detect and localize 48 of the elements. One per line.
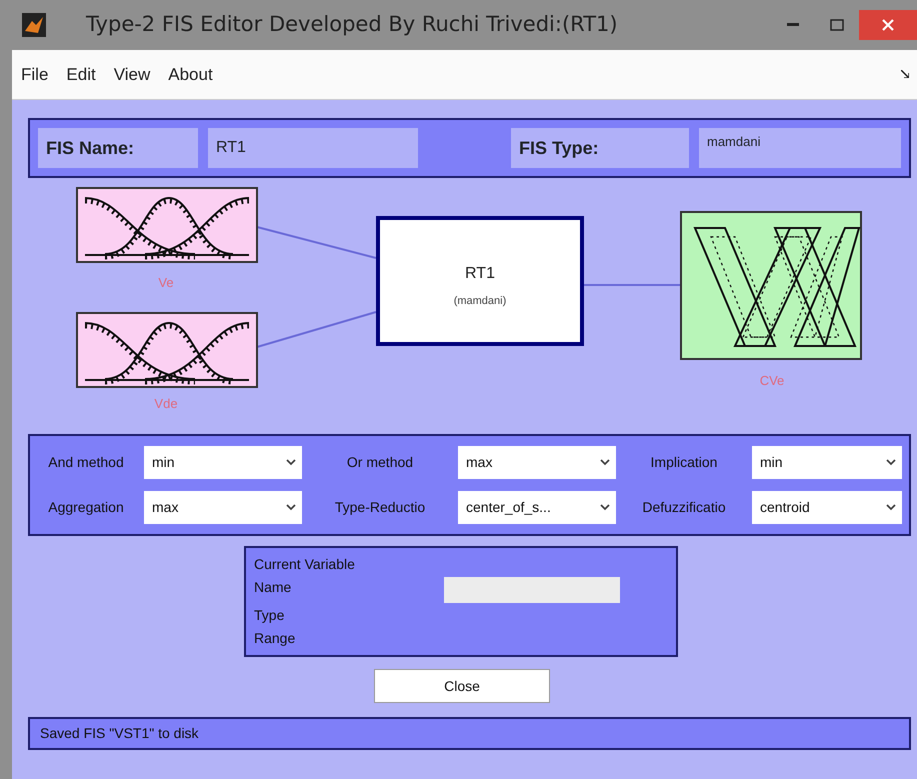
method-label: Aggregation (47, 498, 125, 517)
caret-icon (286, 504, 296, 511)
method-dropdown[interactable]: min (752, 446, 902, 479)
method-label: Type-Reductio (334, 498, 426, 517)
system-node[interactable] (376, 216, 584, 346)
name-field[interactable] (444, 577, 620, 603)
close-icon (882, 19, 894, 31)
section-title: Current Variable (254, 555, 356, 574)
method-label: And method (47, 453, 125, 472)
output-variable-node[interactable] (680, 211, 862, 360)
system-type: (mamdani) (454, 295, 506, 307)
menu-item[interactable]: File (12, 62, 58, 88)
fis-name-field: RT1 (208, 128, 418, 168)
fis-type-field: mamdani (699, 128, 901, 168)
window-title: Type-2 FIS Editor Developed By Ruchi Trivedi:(RT1) (86, 11, 618, 38)
input-variable-node[interactable] (76, 312, 258, 388)
method-dropdown[interactable]: centroid (752, 491, 902, 524)
method-dropdown[interactable]: center_of_s... (458, 491, 616, 524)
minimize-icon (787, 23, 799, 27)
fis-name-label: FIS Name: (38, 128, 198, 168)
method-dropdown[interactable]: max (458, 446, 616, 479)
system-name: RT1 (465, 265, 495, 282)
method-label: Defuzzificatio (641, 498, 727, 517)
input-variable-name: Vde (154, 396, 178, 411)
caret-icon (286, 459, 296, 466)
app-logo-icon (22, 13, 46, 37)
output-variable-name: CVe (760, 373, 784, 388)
method-label: Implication (650, 453, 718, 472)
menu-item[interactable]: View (104, 62, 160, 88)
field-label: Name (254, 578, 292, 597)
caret-icon (600, 504, 610, 511)
field-label: Type (254, 606, 286, 625)
caret-icon (886, 504, 896, 511)
menu-item[interactable]: Edit (57, 62, 105, 88)
close-button[interactable]: Close (374, 669, 550, 703)
field-label: Range (254, 629, 296, 648)
window-close-button[interactable] (859, 10, 917, 40)
input-variable-node[interactable] (76, 187, 258, 263)
method-dropdown[interactable]: max (144, 491, 302, 524)
status-bar: Saved FIS "VST1" to disk (28, 717, 911, 750)
caret-icon (600, 459, 610, 466)
fis-type-label: FIS Type: (511, 128, 689, 168)
caret-icon (886, 459, 896, 466)
input-variable-name: Ve (158, 275, 174, 290)
method-label: Or method (346, 453, 414, 472)
menu-item[interactable]: About (159, 62, 222, 88)
maximize-icon (830, 19, 844, 31)
method-dropdown[interactable]: min (144, 446, 302, 479)
